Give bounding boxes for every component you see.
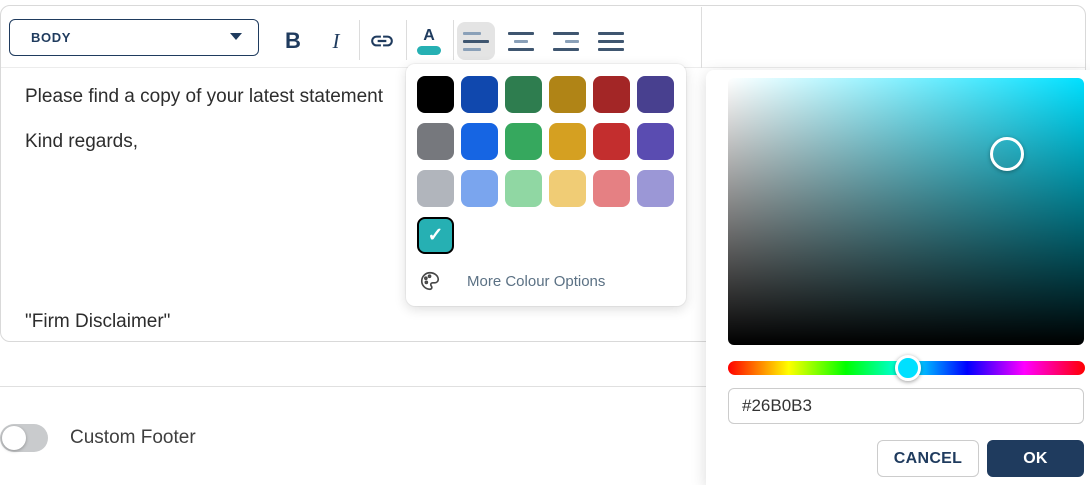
- align-center-button[interactable]: [502, 22, 540, 60]
- color-swatch[interactable]: [549, 76, 586, 113]
- align-justify-button[interactable]: [592, 22, 630, 60]
- toggle-knob: [2, 426, 26, 450]
- bold-button[interactable]: B: [274, 22, 312, 60]
- editor-text-line[interactable]: Kind regards,: [25, 131, 138, 153]
- editor-text-line[interactable]: Please find a copy of your latest statem…: [25, 86, 383, 108]
- align-center-icon: [508, 32, 534, 51]
- color-swatch[interactable]: [637, 123, 674, 160]
- custom-footer-label: Custom Footer: [70, 427, 196, 449]
- paragraph-format-dropdown[interactable]: BODY: [9, 19, 259, 56]
- email-template-editor-page: BODY B I A: [0, 0, 1090, 485]
- color-swatch[interactable]: [637, 76, 674, 113]
- toolbar-divider: [359, 20, 360, 60]
- pane-divider: [701, 7, 702, 68]
- align-left-button[interactable]: [457, 22, 495, 60]
- align-left-icon: [463, 32, 489, 51]
- custom-footer-row: Custom Footer: [0, 423, 196, 453]
- picker-actions: CANCEL OK: [728, 440, 1084, 477]
- text-color-button[interactable]: A: [410, 22, 448, 60]
- color-swatch[interactable]: [461, 123, 498, 160]
- hue-slider-thumb[interactable]: [895, 355, 921, 381]
- paragraph-format-value: BODY: [10, 30, 71, 45]
- color-swatch[interactable]: [549, 170, 586, 207]
- align-right-button[interactable]: [547, 22, 585, 60]
- editor-text-line[interactable]: "Firm Disclaimer": [25, 311, 170, 333]
- hue-slider[interactable]: [728, 361, 1085, 375]
- text-color-icon: A: [417, 28, 441, 55]
- color-swatch[interactable]: [593, 76, 630, 113]
- color-palette-popup: ✓ More Colour Options: [406, 64, 686, 306]
- chevron-down-icon: [230, 33, 242, 40]
- rich-text-toolbar: BODY B I A: [1, 6, 1085, 68]
- color-swatch[interactable]: [505, 123, 542, 160]
- check-icon: ✓: [428, 224, 444, 247]
- color-swatch[interactable]: [505, 170, 542, 207]
- palette-grid: [417, 76, 675, 207]
- color-swatch[interactable]: [637, 170, 674, 207]
- link-icon: [369, 28, 395, 54]
- italic-icon: I: [333, 29, 340, 54]
- more-colour-options-button[interactable]: More Colour Options: [417, 270, 675, 292]
- color-swatch[interactable]: [417, 123, 454, 160]
- hex-color-input[interactable]: [728, 388, 1084, 424]
- ok-button[interactable]: OK: [987, 440, 1084, 477]
- insert-link-button[interactable]: [363, 22, 401, 60]
- color-swatch[interactable]: [417, 76, 454, 113]
- custom-footer-toggle[interactable]: [0, 424, 48, 452]
- color-swatch[interactable]: [417, 170, 454, 207]
- align-right-icon: [553, 32, 579, 51]
- color-swatch[interactable]: [593, 123, 630, 160]
- saturation-cursor[interactable]: [990, 137, 1024, 171]
- cancel-button[interactable]: CANCEL: [877, 440, 979, 477]
- saturation-brightness-field[interactable]: [728, 78, 1084, 345]
- color-swatch[interactable]: [461, 76, 498, 113]
- bold-icon: B: [285, 28, 301, 54]
- align-justify-icon: [598, 32, 624, 51]
- color-picker-panel: CANCEL OK: [706, 70, 1090, 485]
- color-swatch[interactable]: [593, 170, 630, 207]
- color-swatch[interactable]: [461, 170, 498, 207]
- italic-button[interactable]: I: [317, 22, 355, 60]
- selected-color-swatch[interactable]: ✓: [417, 217, 454, 254]
- palette-icon: [419, 270, 441, 292]
- color-swatch[interactable]: [505, 76, 542, 113]
- more-colour-options-label: More Colour Options: [467, 273, 605, 290]
- toolbar-divider: [453, 20, 454, 60]
- toolbar-divider: [406, 20, 407, 60]
- color-swatch[interactable]: [549, 123, 586, 160]
